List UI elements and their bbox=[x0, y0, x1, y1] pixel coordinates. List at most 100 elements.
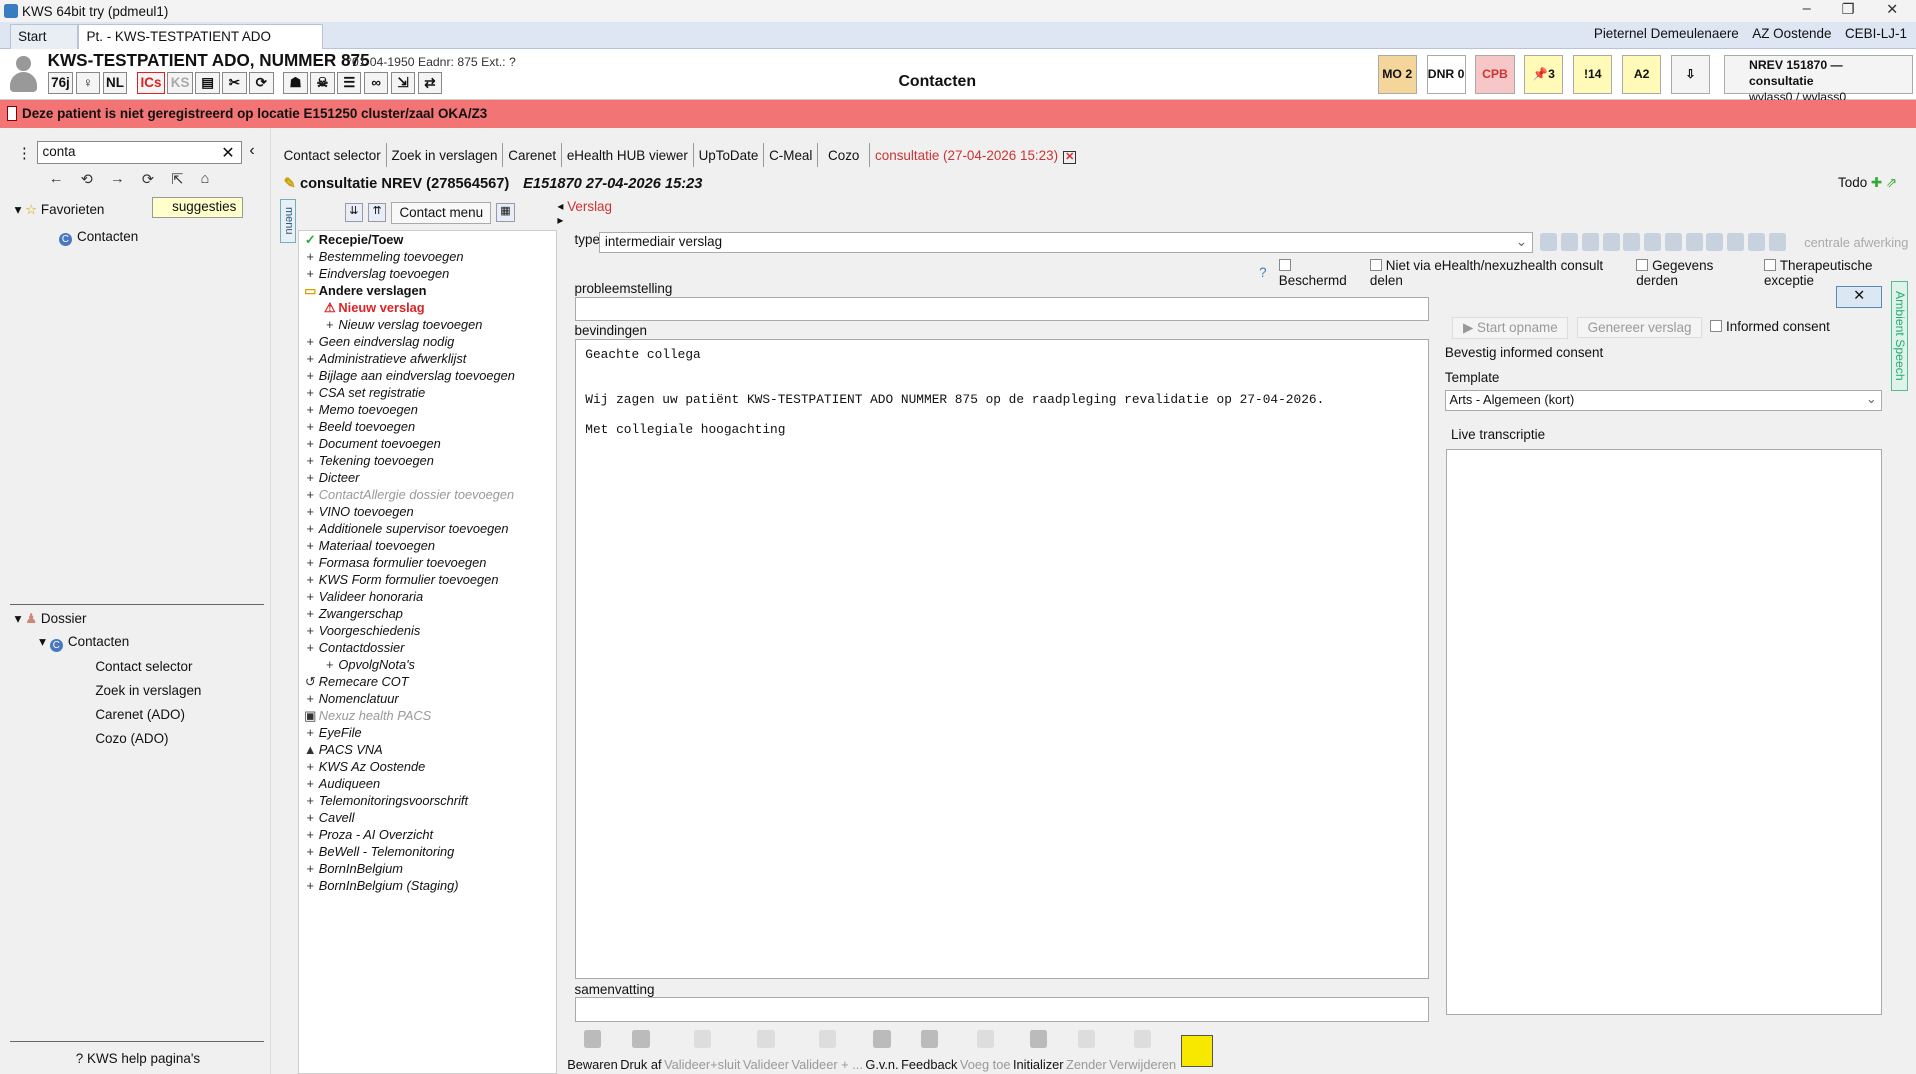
tree-expander-icon[interactable]: ▲ bbox=[302, 742, 319, 757]
tree-item[interactable]: + KWS Az Oostende bbox=[302, 759, 425, 776]
tools-icon[interactable]: ✂ bbox=[222, 72, 247, 95]
subtab-zoek[interactable]: Zoek in verslagen bbox=[387, 143, 504, 168]
list-icon[interactable]: ☰ bbox=[337, 72, 362, 95]
subtab-cmeal[interactable]: C-Meal bbox=[764, 143, 819, 168]
print-icon[interactable] bbox=[1706, 233, 1724, 251]
tree-expander-icon[interactable]: + bbox=[302, 351, 319, 366]
tree-item[interactable]: + Valideer honoraria bbox=[302, 589, 423, 606]
tree-expander-icon[interactable]: + bbox=[302, 334, 319, 349]
tree-item[interactable]: + CSA set registratie bbox=[302, 385, 425, 402]
tree-item[interactable]: ▭ Andere verslagen bbox=[302, 283, 426, 300]
tree-item[interactable]: + Voorgeschiedenis bbox=[302, 623, 420, 640]
subtab-consultatie[interactable]: consultatie (27-04-2026 15:23) ✕ bbox=[870, 143, 1081, 167]
bottom-action-button[interactable]: Voeg toe bbox=[960, 1030, 1011, 1072]
tree-item[interactable]: ↺ Remecare COT bbox=[302, 674, 409, 691]
menu-strip[interactable]: menu bbox=[279, 199, 296, 244]
close-window-button[interactable]: ✕ bbox=[1880, 1, 1904, 18]
export-icon[interactable]: ⇗ bbox=[1886, 175, 1897, 190]
todo-area[interactable]: Todo ✚ ⇗ bbox=[1838, 175, 1897, 191]
bevindingen-editor[interactable]: Geachte collega Wij zagen uw patiënt KWS… bbox=[574, 338, 1429, 980]
ks-badge[interactable]: KS bbox=[167, 72, 193, 95]
bottom-action-button[interactable]: G.v.n. bbox=[865, 1030, 899, 1072]
minimize-button[interactable]: – bbox=[1794, 1, 1818, 17]
tree-expander-icon[interactable]: + bbox=[302, 368, 319, 383]
link-icon[interactable]: ∞ bbox=[363, 72, 389, 95]
tree-item[interactable]: + Memo toevoegen bbox=[302, 402, 417, 419]
bottom-action-button[interactable]: Druk af bbox=[620, 1030, 662, 1072]
tree-item[interactable]: + Bijlage aan eindverslag toevoegen bbox=[302, 368, 514, 385]
tree-expander-icon[interactable]: + bbox=[302, 538, 319, 553]
left-item-contact-selector[interactable]: Contact selector bbox=[95, 659, 192, 674]
tree-item[interactable]: + Administratieve afwerklijst bbox=[302, 351, 466, 368]
tree-item[interactable]: + Nieuw verslag toevoegen bbox=[321, 317, 482, 334]
collapse-icon[interactable]: ⇈ bbox=[367, 203, 387, 222]
favorites-node[interactable]: ▾ ☆ Favorieten bbox=[15, 202, 105, 218]
tree-expander-icon[interactable]: ▣ bbox=[302, 708, 319, 724]
tree-item[interactable]: ✓ Recepie/Toew bbox=[302, 232, 404, 249]
check-gegevens-derden[interactable]: Gegevens derden bbox=[1636, 258, 1752, 288]
tree-item[interactable]: + Proza - AI Overzicht bbox=[302, 827, 433, 844]
tree-expander-icon[interactable]: + bbox=[302, 453, 319, 468]
splitter-arrows[interactable]: ◂ ▸ bbox=[557, 199, 567, 227]
tree-item[interactable]: + Formasa formulier toevoegen bbox=[302, 555, 486, 572]
gender-icon[interactable]: ♀ bbox=[75, 72, 101, 95]
table-icon[interactable] bbox=[1727, 233, 1745, 251]
probleemstelling-field[interactable] bbox=[574, 297, 1429, 322]
undo-icon[interactable] bbox=[1602, 233, 1620, 251]
genereer-verslag-button[interactable]: Genereer verslag bbox=[1576, 316, 1703, 339]
tree-item[interactable]: + Tekening toevoegen bbox=[302, 453, 433, 470]
tree-expander-icon[interactable]: + bbox=[302, 827, 319, 842]
tree-item[interactable]: ▣ Nexuz health PACS bbox=[302, 708, 431, 725]
tree-item[interactable]: + KWS Form formulier toevoegen bbox=[302, 572, 498, 589]
tab-start[interactable]: Start bbox=[9, 24, 79, 49]
tree-expander-icon[interactable]: + bbox=[302, 606, 319, 621]
spellcheck-icon[interactable] bbox=[1644, 233, 1662, 251]
accessibility-icon[interactable] bbox=[1180, 1035, 1213, 1068]
tree-item[interactable]: + Geen eindverslag nodig bbox=[302, 334, 454, 351]
dossier-node[interactable]: ▾ ♟ Dossier bbox=[15, 611, 87, 627]
ambient-speech-tab[interactable]: Ambient Speech bbox=[1891, 281, 1909, 392]
bottom-action-button[interactable]: Feedback bbox=[901, 1030, 957, 1072]
tree-item[interactable]: + Contactdossier bbox=[302, 640, 404, 657]
check-icon[interactable] bbox=[1768, 233, 1786, 251]
tree-expander-icon[interactable]: + bbox=[302, 572, 319, 587]
pdf-icon[interactable] bbox=[1664, 233, 1682, 251]
tree-expander-icon[interactable]: + bbox=[302, 776, 319, 791]
tree-expander-icon[interactable]: + bbox=[302, 266, 319, 281]
tree-expander-icon[interactable]: + bbox=[302, 623, 319, 638]
centrale-afwerking[interactable]: centrale afwerking bbox=[1804, 235, 1908, 250]
tab-verslag[interactable]: Verslag bbox=[567, 199, 612, 214]
tree-expander-icon[interactable]: + bbox=[302, 521, 319, 536]
transfer-icon[interactable]: ⇩ bbox=[1671, 55, 1711, 95]
tree-expander-icon[interactable]: + bbox=[302, 691, 319, 706]
tree-expander-icon[interactable]: + bbox=[302, 589, 319, 604]
tree-item[interactable]: + ContactAllergie dossier toevoegen bbox=[302, 487, 514, 504]
tree-expander-icon[interactable]: + bbox=[302, 402, 319, 417]
refresh-icon[interactable]: ⟳ bbox=[249, 72, 274, 95]
check-niet-delen[interactable]: Niet via eHealth/nexuzhealth consult del… bbox=[1369, 258, 1624, 288]
allergy-icon[interactable]: ☠ bbox=[310, 72, 335, 95]
tree-expander-icon[interactable]: + bbox=[302, 861, 319, 876]
maximize-button[interactable]: ❐ bbox=[1836, 1, 1860, 18]
tree-expander-icon[interactable]: + bbox=[302, 249, 319, 264]
subtab-carenet[interactable]: Carenet bbox=[503, 143, 562, 168]
bottom-action-button[interactable]: Verwijderen bbox=[1109, 1030, 1176, 1072]
cpb-badge[interactable]: CPB bbox=[1475, 55, 1515, 95]
tree-item[interactable]: + Bestemmeling toevoegen bbox=[302, 249, 463, 266]
bottom-action-button[interactable]: Bewaren bbox=[567, 1030, 618, 1072]
help-icon[interactable]: ? bbox=[1259, 265, 1266, 280]
tree-item[interactable]: + Telemonitoringsvoorschrift bbox=[302, 793, 468, 810]
tree-item[interactable]: ⚠ Nieuw verslag bbox=[321, 300, 425, 317]
tree-item[interactable]: + Document toevoegen bbox=[302, 436, 440, 453]
bottom-action-button[interactable]: Zender bbox=[1066, 1030, 1107, 1072]
close-ambient-button[interactable]: ✕ bbox=[1836, 286, 1883, 309]
collapse-panel-icon[interactable]: ‹ bbox=[249, 142, 254, 160]
tree-item[interactable]: + Nomenclatuur bbox=[302, 691, 398, 708]
tree-expander-icon[interactable]: + bbox=[321, 657, 338, 672]
tree-expander-icon[interactable]: + bbox=[302, 504, 319, 519]
clear-search-icon[interactable]: ✕ bbox=[221, 143, 234, 163]
help-link[interactable]: ? KWS help pagina's bbox=[76, 1051, 200, 1066]
tree-expander-icon[interactable]: + bbox=[302, 487, 319, 502]
tree-item[interactable]: ▲ PACS VNA bbox=[302, 742, 383, 759]
tree-expander-icon[interactable]: + bbox=[302, 810, 319, 825]
